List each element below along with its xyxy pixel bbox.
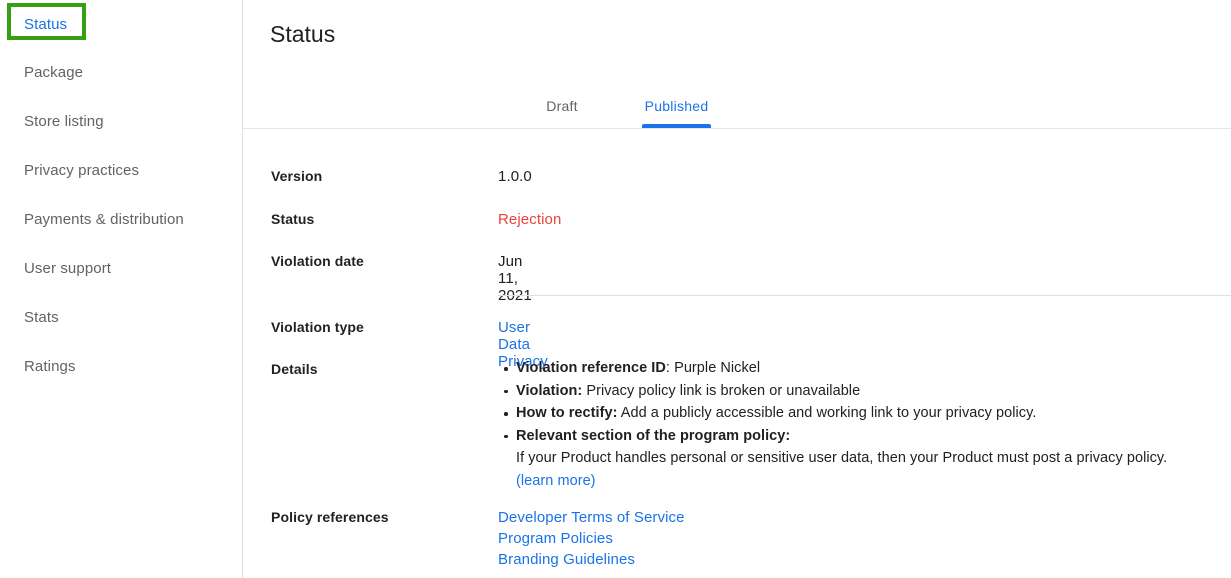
sidebar-item-label: Privacy practices — [24, 162, 140, 179]
sidebar-item-payments-distribution[interactable]: Payments & distribution — [0, 195, 242, 244]
policy-reference-links: Developer Terms of Service Program Polic… — [498, 507, 685, 570]
violation-type-label: Violation type — [271, 319, 364, 335]
tab-bar: Draft Published — [243, 84, 1231, 129]
sidebar-item-label: User support — [24, 260, 112, 277]
version-value: 1.0.0 — [498, 168, 532, 185]
tab-draft[interactable]: Draft — [524, 84, 600, 128]
details-bullet-list: Violation reference ID: Purple Nickel Vi… — [498, 357, 1231, 447]
detail-term: Violation: — [516, 382, 583, 399]
version-label: Version — [271, 168, 323, 184]
tab-active-indicator — [642, 124, 711, 128]
tab-published[interactable]: Published — [630, 84, 723, 128]
sidebar-item-label: Package — [24, 64, 84, 81]
app-root: Status Package Store listing Privacy pra… — [0, 0, 1231, 578]
main-content: Status Draft Published Version 1.0.0 Sta… — [243, 0, 1231, 578]
details-subtext: If your Product handles personal or sens… — [516, 450, 1168, 466]
sidebar-item-label: Payments & distribution — [24, 211, 184, 228]
detail-term: How to rectify: — [516, 405, 618, 421]
sidebar-item-label: Store listing — [24, 113, 104, 130]
sidebar-item-stats[interactable]: Stats — [0, 293, 242, 342]
sidebar-item-ratings[interactable]: Ratings — [0, 342, 242, 391]
detail-term: Relevant section of the program policy: — [516, 427, 791, 444]
sidebar: Status Package Store listing Privacy pra… — [0, 0, 243, 578]
sidebar-item-label: Ratings — [24, 358, 76, 375]
sidebar-item-user-support[interactable]: User support — [0, 244, 242, 293]
policy-link-branding-guidelines[interactable]: Branding Guidelines — [498, 549, 685, 570]
status-badge: Rejection — [498, 211, 562, 228]
detail-text: Purple Nickel — [674, 360, 761, 376]
sidebar-item-status[interactable]: Status — [0, 0, 242, 48]
list-item: Relevant section of the program policy: — [498, 425, 1231, 448]
detail-term: Violation reference ID — [516, 360, 666, 376]
sidebar-item-store-listing[interactable]: Store listing — [0, 97, 242, 146]
section-divider — [498, 295, 1231, 296]
sidebar-item-label: Stats — [24, 309, 59, 326]
policy-link-developer-terms-of-service[interactable]: Developer Terms of Service — [498, 507, 685, 528]
learn-more-link[interactable]: (learn more) — [516, 473, 596, 489]
list-item: Violation: Privacy policy link is broken… — [498, 380, 1231, 403]
details-content: Violation reference ID: Purple Nickel Vi… — [498, 357, 1231, 492]
sidebar-nav-list: Status Package Store listing Privacy pra… — [0, 0, 242, 391]
detail-text: Privacy policy link is broken or unavail… — [586, 382, 861, 399]
detail-text: Add a publicly accessible and working li… — [620, 405, 1037, 421]
sidebar-item-label: Status — [24, 15, 68, 33]
policy-references-label: Policy references — [271, 509, 389, 525]
violation-date-value: Jun 11, 2021 — [498, 253, 532, 304]
status-label: Status — [271, 211, 315, 227]
policy-link-program-policies[interactable]: Program Policies — [498, 528, 685, 549]
violation-date-label: Violation date — [271, 253, 364, 269]
details-label: Details — [271, 361, 318, 377]
sidebar-item-package[interactable]: Package — [0, 48, 242, 97]
list-item: How to rectify: Add a publicly accessibl… — [498, 402, 1231, 425]
list-item: Violation reference ID: Purple Nickel — [498, 357, 1231, 380]
sidebar-item-privacy-practices[interactable]: Privacy practices — [0, 146, 242, 195]
detail-separator: : — [665, 360, 675, 376]
page-title: Status — [270, 21, 336, 47]
details-learn-more-wrap: (learn more) — [498, 470, 1231, 493]
